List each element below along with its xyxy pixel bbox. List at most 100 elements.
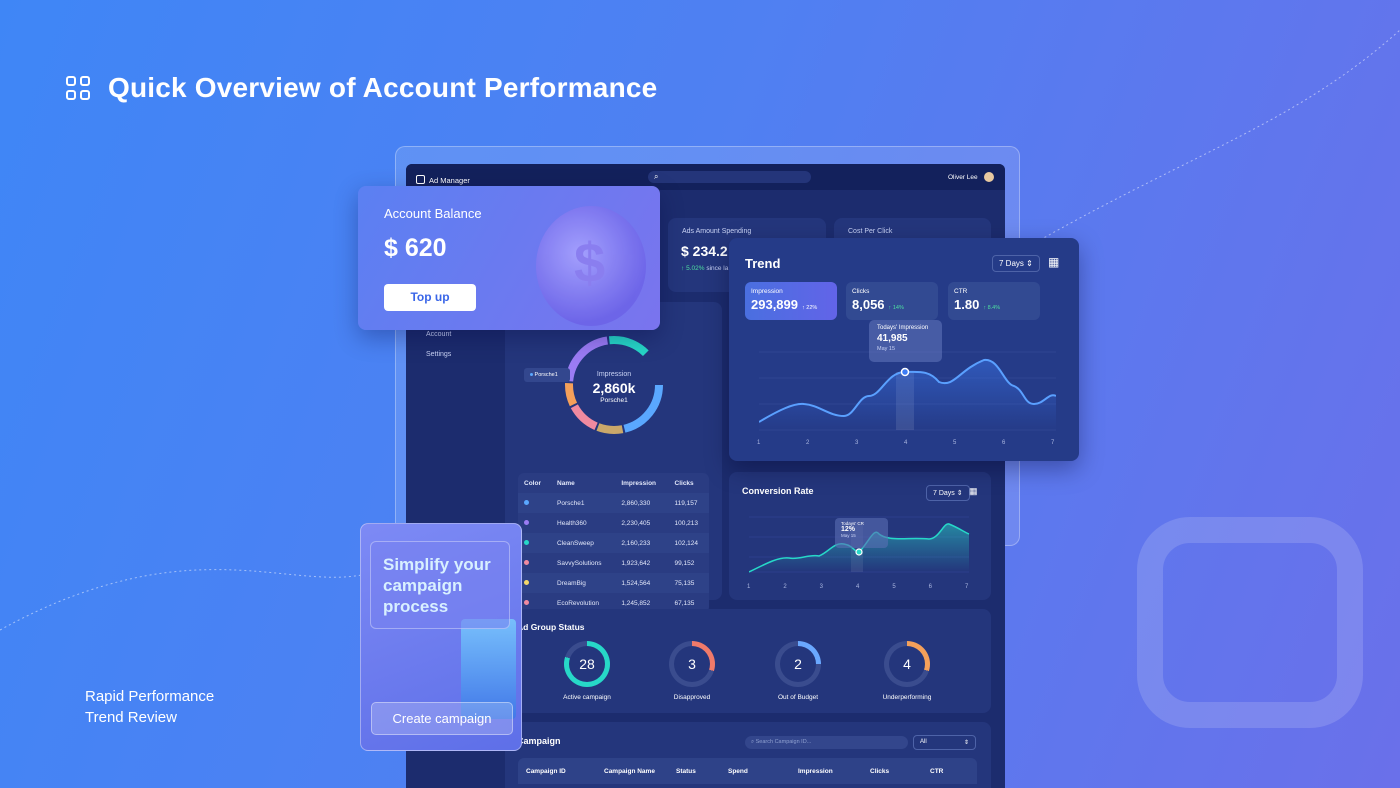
x-tick-label: 6	[928, 584, 932, 590]
kpi-label: CTR	[954, 288, 968, 295]
x-tick-label: 7	[965, 584, 969, 590]
x-tick-label: 5	[953, 440, 957, 446]
trend-tooltip-label: Todays' Impression	[877, 325, 929, 331]
color-cell	[518, 533, 552, 553]
donut-name: Porsche1	[600, 397, 628, 404]
kpi-ctr[interactable]: CTR 1.80 ↑ 8.4%	[948, 282, 1040, 320]
x-tick-label: 5	[892, 584, 896, 590]
donut-tag: Porsche1	[534, 372, 558, 378]
color-cell	[518, 513, 551, 533]
app-name: Ad Manager	[429, 176, 470, 185]
user-name[interactable]: Oliver Lee	[948, 174, 978, 181]
color-cell	[518, 573, 552, 593]
tagline-line-2: Trend Review	[85, 709, 177, 726]
ads-spending-change: 5.02%	[686, 265, 705, 272]
status-label: Active campaign	[563, 694, 611, 701]
col-color: Color	[524, 479, 541, 487]
campaign-column-header[interactable]: Clicks	[862, 768, 922, 775]
calendar-icon[interactable]: ▦	[969, 486, 978, 497]
conversion-x-axis: 1 2 3 4 5 6 7	[747, 584, 974, 592]
sidebar-item-account[interactable]: Account	[426, 331, 451, 338]
conversion-tooltip: Todays' CR 12% May 15	[835, 518, 888, 548]
status-ring[interactable]: 4	[884, 641, 930, 687]
kpi-clicks[interactable]: Clicks 8,056 ↑ 14%	[846, 282, 938, 320]
status-label: Disapproved	[673, 694, 711, 701]
donut-label: Impression	[596, 371, 632, 378]
top-up-button[interactable]: Top up	[384, 284, 476, 311]
impression-cell: 1,524,564	[615, 573, 669, 593]
status-count: 4	[889, 646, 925, 682]
ads-spending-label: Ads Amount Spending	[682, 228, 752, 235]
impression-cell: 2,160,233	[615, 533, 669, 553]
kpi-change: 14%	[892, 305, 904, 311]
impression-cell: 2,860,330	[615, 493, 669, 513]
sidebar-item-settings[interactable]: Settings	[426, 351, 451, 358]
search-input[interactable]: ⌕	[648, 171, 811, 183]
conversion-title: Conversion Rate	[742, 486, 814, 496]
conversion-panel: Conversion Rate 7 Days ⇕ ▦ Todays' CR 12…	[729, 472, 991, 600]
conversion-range-select[interactable]: 7 Days ⇕	[926, 485, 970, 501]
col-impression: Impression	[621, 479, 657, 487]
kpi-impression[interactable]: Impression 293,899 ↑ 22%	[745, 282, 837, 320]
x-tick-label: 2	[783, 584, 787, 590]
kpi-value: 8,056	[852, 297, 885, 312]
status-ring[interactable]: 28	[564, 641, 610, 687]
campaign-column-header[interactable]: Campaign ID	[518, 768, 596, 775]
campaign-title: Campaign	[517, 736, 561, 746]
kpi-label: Impression	[751, 288, 783, 295]
name-cell: Health360	[557, 519, 587, 527]
col-name: Name	[557, 479, 575, 487]
trend-card: Trend 7 Days ⇕ ▦ Impression 293,899 ↑ 22% …	[729, 238, 1079, 461]
impression-panel: Impression 2,860k Porsche1 Porsche1 Colo…	[505, 302, 722, 613]
x-tick-label: 4	[904, 440, 908, 446]
table-row[interactable]: Health360 2,230,405 100,213	[518, 513, 709, 533]
calendar-icon[interactable]: ▦	[1048, 255, 1059, 269]
campaign-search-input[interactable]: ⌕ Search Campaign ID...	[745, 736, 908, 749]
campaign-column-header[interactable]: CTR	[922, 768, 972, 775]
color-dot	[524, 499, 529, 505]
table-row[interactable]: CleanSweep 2,160,233 102,124	[518, 533, 709, 553]
color-dot	[524, 519, 529, 525]
campaign-column-header[interactable]: Impression	[790, 768, 862, 775]
x-tick-label: 7	[1051, 440, 1055, 446]
campaign-column-header[interactable]: Spend	[720, 768, 790, 775]
impression-table: Color Name Impression Clicks Porsche1 2,860,…	[518, 473, 709, 613]
trend-range-select[interactable]: 7 Days ⇕	[992, 255, 1040, 272]
create-campaign-button[interactable]: Create campaign	[371, 702, 513, 735]
donut-tooltip: Porsche1	[524, 368, 570, 382]
table-row[interactable]: DreamBig 1,524,564 75,135	[518, 573, 709, 593]
x-tick-label: 1	[747, 584, 751, 590]
impression-cell: 2,230,405	[621, 519, 651, 527]
balance-label: Account Balance	[384, 206, 482, 221]
status-ring[interactable]: 2	[775, 641, 821, 687]
avatar[interactable]	[984, 172, 994, 182]
campaign-column-header[interactable]: Status	[668, 768, 720, 775]
x-tick-label: 4	[856, 584, 860, 590]
ad-group-title: Ad Group Status	[517, 622, 585, 632]
status-count: 28	[569, 646, 605, 682]
name-cell: Porsche1	[551, 493, 616, 513]
name-cell: DreamBig	[551, 573, 616, 593]
donut-value: 2,860k	[592, 380, 636, 396]
campaign-filter-select[interactable]: All ⇕	[913, 735, 976, 750]
balance-value: $ 620	[384, 234, 447, 262]
status-label: Underperforming	[882, 694, 932, 701]
trend-tooltip-date: May 15	[877, 346, 896, 352]
x-tick-label: 6	[1002, 440, 1006, 446]
campaign-column-header[interactable]: Campaign Name	[596, 768, 668, 775]
status-ring[interactable]: 3	[669, 641, 715, 687]
impression-cell: 1,923,642	[621, 559, 651, 567]
coin-illustration: $	[536, 206, 646, 326]
kpi-value: 1.80	[954, 297, 980, 312]
trend-title: Trend	[745, 256, 781, 271]
conversion-tooltip-date: May 15	[841, 533, 856, 538]
kpi-change: 8.4%	[987, 305, 1001, 311]
status-count: 2	[780, 646, 816, 682]
table-row[interactable]: SavvySolutions 1,923,642 99,152	[518, 553, 709, 573]
trend-x-axis: 1 2 3 4 5 6 7	[757, 440, 1056, 448]
x-tick-label: 3	[855, 440, 859, 446]
table-row[interactable]: Porsche1 2,860,330 119,157	[518, 493, 709, 513]
color-dot	[524, 599, 529, 605]
x-tick-label: 1	[757, 440, 761, 446]
kpi-label: Clicks	[852, 288, 870, 295]
